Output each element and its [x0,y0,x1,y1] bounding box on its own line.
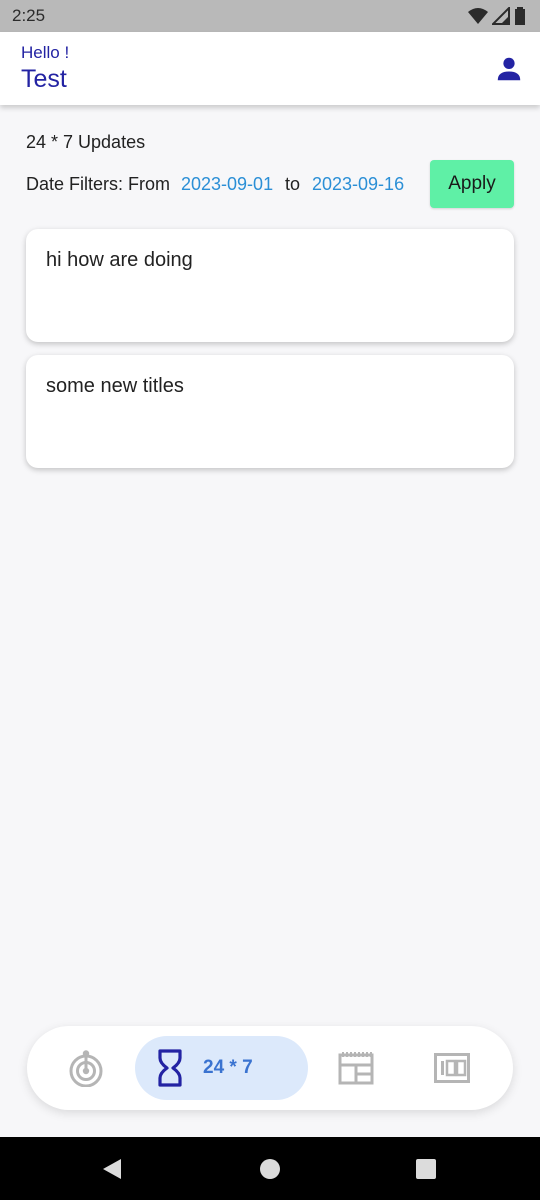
nav-item-radar[interactable] [55,1036,117,1100]
wifi-icon [468,8,488,24]
update-card[interactable]: hi how are doing [26,229,514,342]
nav-item-counter[interactable] [421,1036,483,1100]
filter-label: Date Filters: From [26,174,171,194]
username: Test [21,65,67,93]
greeting: Hello ! [21,43,70,62]
recents-square-icon [416,1159,436,1179]
back-button[interactable] [100,1157,124,1181]
hourglass-icon [158,1049,182,1087]
nav-item-label: 24 * 7 [203,1057,253,1078]
person-icon [497,57,521,81]
status-icons [468,7,526,25]
system-nav-bar [0,1137,540,1200]
nav-item-calendar[interactable] [325,1036,387,1100]
update-card-text: hi how are doing [46,249,193,271]
recents-button[interactable] [414,1157,438,1181]
bottom-nav: 24 * 7 [27,1026,513,1110]
to-label: to [285,174,301,194]
home-button[interactable] [258,1157,282,1181]
battery-icon [515,7,525,25]
radar-icon [69,1050,103,1087]
status-time: 2:25 [12,6,46,25]
app-header: Hello ! Test [0,32,540,105]
nav-item-24x7[interactable]: 24 * 7 [135,1036,308,1100]
status-bar: 2:25 [0,0,540,32]
profile-button[interactable] [494,54,524,84]
update-card[interactable]: some new titles [26,355,514,468]
counter-icon [434,1053,470,1083]
section-title: 24 * 7 Updates [26,132,146,152]
back-triangle-icon [103,1159,121,1179]
to-date-picker[interactable]: 2023-09-16 [312,174,404,195]
signal-icon [492,7,510,25]
from-date-picker[interactable]: 2023-09-01 [181,174,273,195]
calendar-icon [338,1052,374,1085]
home-circle-icon [260,1159,280,1179]
apply-button[interactable]: Apply [430,160,514,208]
update-card-text: some new titles [46,375,184,397]
